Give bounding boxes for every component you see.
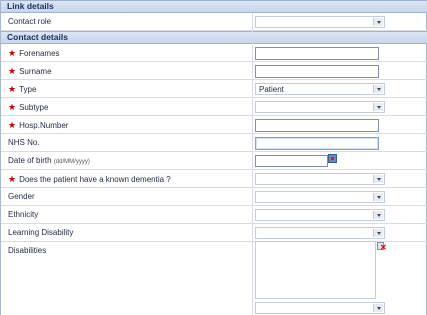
type-value: Patient — [259, 85, 284, 94]
row-date-of-birth: Date of birth (dd/MM/yyyy) — [1, 152, 427, 170]
hosp-number-input[interactable] — [255, 119, 379, 132]
row-hosp-number: ★ Hosp.Number — [1, 116, 427, 134]
type-label: ★ Type — [8, 84, 37, 94]
row-subtype: ★ Subtype — [1, 98, 427, 116]
date-format-hint: (dd/MM/yyyy) — [53, 159, 90, 165]
gender-label: Gender — [8, 192, 35, 201]
dementia-select[interactable] — [255, 173, 385, 185]
chevron-down-icon[interactable] — [373, 175, 383, 183]
chevron-down-icon[interactable] — [373, 229, 383, 237]
chevron-down-icon[interactable] — [373, 304, 383, 312]
type-select[interactable]: Patient — [255, 83, 385, 95]
row-learning-disability: Learning Disability — [1, 224, 427, 242]
required-icon: ★ — [8, 84, 17, 94]
contact-role-label: Contact role — [8, 17, 52, 26]
section-header-contact-details: Contact details — [1, 31, 427, 44]
learning-disability-label: Learning Disability — [8, 228, 74, 237]
chevron-down-icon[interactable] — [373, 193, 383, 201]
date-of-birth-input[interactable] — [255, 155, 328, 167]
required-icon: ★ — [8, 102, 17, 112]
row-nhs-no: NHS No. — [1, 134, 427, 152]
column-divider — [252, 13, 253, 315]
row-ethnicity: Ethnicity — [1, 206, 427, 224]
required-icon: ★ — [8, 66, 17, 76]
subtype-select[interactable] — [255, 101, 385, 113]
row-gender: Gender — [1, 188, 427, 206]
row-type: ★ Type Patient — [1, 80, 427, 98]
row-dementia: ★ Does the patient have a known dementia … — [1, 170, 427, 188]
required-icon: ★ — [8, 48, 17, 58]
subtype-label: ★ Subtype — [8, 102, 49, 112]
nhs-no-input[interactable] — [255, 137, 379, 150]
row-surname: ★ Surname — [1, 62, 427, 80]
disabilities-listbox[interactable] — [255, 241, 376, 299]
dementia-label: ★ Does the patient have a known dementia … — [8, 174, 171, 184]
required-icon: ★ — [8, 120, 17, 130]
hosp-number-label: ★ Hosp.Number — [8, 120, 69, 130]
row-contact-role: Contact role — [1, 13, 427, 31]
surname-input[interactable] — [255, 65, 379, 78]
learning-disability-select[interactable] — [255, 227, 385, 239]
close-icon: ✕ — [380, 243, 387, 252]
section-header-link-details: Link details — [1, 0, 427, 13]
nhs-no-label: NHS No. — [8, 138, 40, 147]
gender-select[interactable] — [255, 191, 385, 203]
chevron-down-icon[interactable] — [373, 85, 383, 93]
chevron-down-icon[interactable] — [373, 211, 383, 219]
disabilities-label: Disabilities — [8, 246, 47, 255]
ethnicity-select[interactable] — [255, 209, 385, 221]
date-of-birth-label: Date of birth (dd/MM/yyyy) — [8, 156, 90, 165]
contact-role-select[interactable] — [255, 16, 385, 28]
ethnicity-label: Ethnicity — [8, 210, 39, 219]
surname-label: ★ Surname — [8, 66, 52, 76]
calendar-icon[interactable] — [328, 154, 337, 163]
row-forenames: ★ Forenames — [1, 44, 427, 62]
required-icon: ★ — [8, 174, 17, 184]
forenames-label: ★ Forenames — [8, 48, 60, 58]
forenames-input[interactable] — [255, 47, 379, 60]
form-frame: Link details Contact role Contact detail… — [0, 0, 427, 315]
disabilities-select[interactable] — [255, 302, 385, 314]
remove-icon[interactable]: ✕ — [377, 242, 387, 252]
chevron-down-icon[interactable] — [373, 18, 383, 26]
chevron-down-icon[interactable] — [373, 103, 383, 111]
